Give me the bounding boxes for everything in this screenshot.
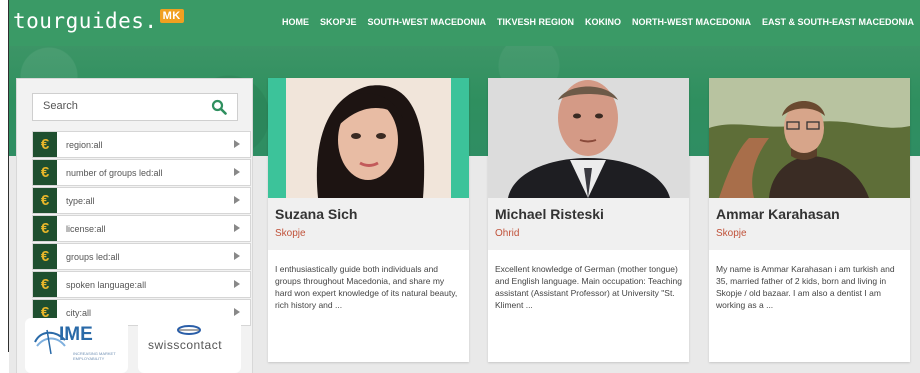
- guide-photo[interactable]: [488, 78, 689, 198]
- swisscontact-name: swisscontact: [148, 338, 223, 352]
- guide-card-header: Michael Risteski Ohrid: [488, 198, 689, 250]
- ime-tagline: INCREASING MARKET EMPLOYABILITY: [73, 351, 116, 361]
- guide-card-header: Suzana Sich Skopje: [268, 198, 469, 250]
- guide-portrait-image: [488, 78, 689, 198]
- nav-tikvesh-region[interactable]: TIKVESH REGION: [497, 17, 574, 27]
- euro-icon: €: [33, 160, 57, 185]
- nav-north-west-macedonia[interactable]: NORTH-WEST MACEDONIA: [632, 17, 751, 27]
- guide-photo[interactable]: [709, 78, 910, 198]
- chevron-right-icon: [234, 196, 240, 204]
- chevron-right-icon: [234, 224, 240, 232]
- nav-kokino[interactable]: KOKINO: [585, 17, 621, 27]
- guide-card-header: Ammar Karahasan Skopje: [709, 198, 910, 250]
- guide-description: My name is Ammar Karahasan i am turkish …: [716, 264, 895, 310]
- swisscontact-swoosh-icon: [177, 325, 201, 335]
- filter-label: region:all: [66, 139, 103, 150]
- filter-list: € region:all € number of groups led:all …: [32, 131, 251, 327]
- euro-icon: €: [33, 216, 57, 241]
- filter-label: type:all: [66, 195, 95, 206]
- guide-photo[interactable]: [268, 78, 469, 198]
- main-nav: HOME SKOPJE SOUTH-WEST MACEDONIA TIKVESH…: [271, 17, 914, 27]
- nav-south-west-macedonia[interactable]: SOUTH-WEST MACEDONIA: [367, 17, 486, 27]
- site-logo[interactable]: tourguides. MK: [13, 9, 184, 33]
- filter-label: number of groups led:all: [66, 167, 163, 178]
- chevron-right-icon: [234, 140, 240, 148]
- sponsor-swisscontact-logo[interactable]: swisscontact: [138, 318, 241, 373]
- guide-city: Skopje: [275, 228, 306, 239]
- filter-spoken-language[interactable]: € spoken language:all: [32, 271, 251, 298]
- chevron-right-icon: [234, 252, 240, 260]
- nav-home[interactable]: HOME: [282, 17, 309, 27]
- filter-label: city:all: [66, 307, 92, 318]
- nav-east-south-east-macedonia[interactable]: EAST & SOUTH-EAST MACEDONIA: [762, 17, 914, 27]
- guide-portrait-image: [268, 78, 469, 198]
- euro-icon: €: [33, 132, 57, 157]
- left-edge: [0, 0, 9, 352]
- filter-sidebar: € region:all € number of groups led:all …: [16, 78, 253, 373]
- guide-card[interactable]: Suzana Sich Skopje I enthusiastically gu…: [268, 78, 469, 362]
- page: tourguides. MK HOME SKOPJE SOUTH-WEST MAC…: [0, 0, 920, 373]
- search-icon[interactable]: [211, 99, 227, 115]
- guide-card[interactable]: Ammar Karahasan Skopje My name is Ammar …: [709, 78, 910, 362]
- euro-icon: €: [33, 244, 57, 269]
- chevron-right-icon: [234, 308, 240, 316]
- chevron-right-icon: [234, 168, 240, 176]
- guide-city: Ohrid: [495, 228, 520, 239]
- guide-portrait-image: [709, 78, 910, 198]
- filter-license[interactable]: € license:all: [32, 215, 251, 242]
- guide-name[interactable]: Ammar Karahasan: [716, 206, 840, 222]
- euro-icon: €: [33, 272, 57, 297]
- filter-type[interactable]: € type:all: [32, 187, 251, 214]
- filter-label: spoken language:all: [66, 279, 147, 290]
- filter-label: groups led:all: [66, 251, 120, 262]
- top-navbar: tourguides. MK HOME SKOPJE SOUTH-WEST MAC…: [9, 0, 920, 46]
- guide-name[interactable]: Suzana Sich: [275, 206, 357, 222]
- filter-region[interactable]: € region:all: [32, 131, 251, 158]
- logo-text: tourguides.: [13, 9, 158, 33]
- nav-skopje[interactable]: SKOPJE: [320, 17, 357, 27]
- logo-badge: MK: [159, 9, 184, 23]
- search-box: [32, 93, 238, 121]
- filter-groups-led[interactable]: € groups led:all: [32, 243, 251, 270]
- guide-city: Skopje: [716, 228, 747, 239]
- chevron-right-icon: [234, 280, 240, 288]
- search-input[interactable]: [33, 94, 203, 118]
- guide-description: Excellent knowledge of German (mother to…: [495, 264, 682, 310]
- ime-name: IME: [59, 324, 93, 345]
- filter-label: license:all: [66, 223, 106, 234]
- sponsor-ime-logo[interactable]: IME INCREASING MARKET EMPLOYABILITY: [25, 318, 128, 373]
- guide-name[interactable]: Michael Risteski: [495, 206, 604, 222]
- euro-icon: €: [33, 188, 57, 213]
- filter-number-of-groups-led[interactable]: € number of groups led:all: [32, 159, 251, 186]
- guide-card[interactable]: Michael Risteski Ohrid Excellent knowled…: [488, 78, 689, 362]
- guide-description: I enthusiastically guide both individual…: [275, 264, 458, 310]
